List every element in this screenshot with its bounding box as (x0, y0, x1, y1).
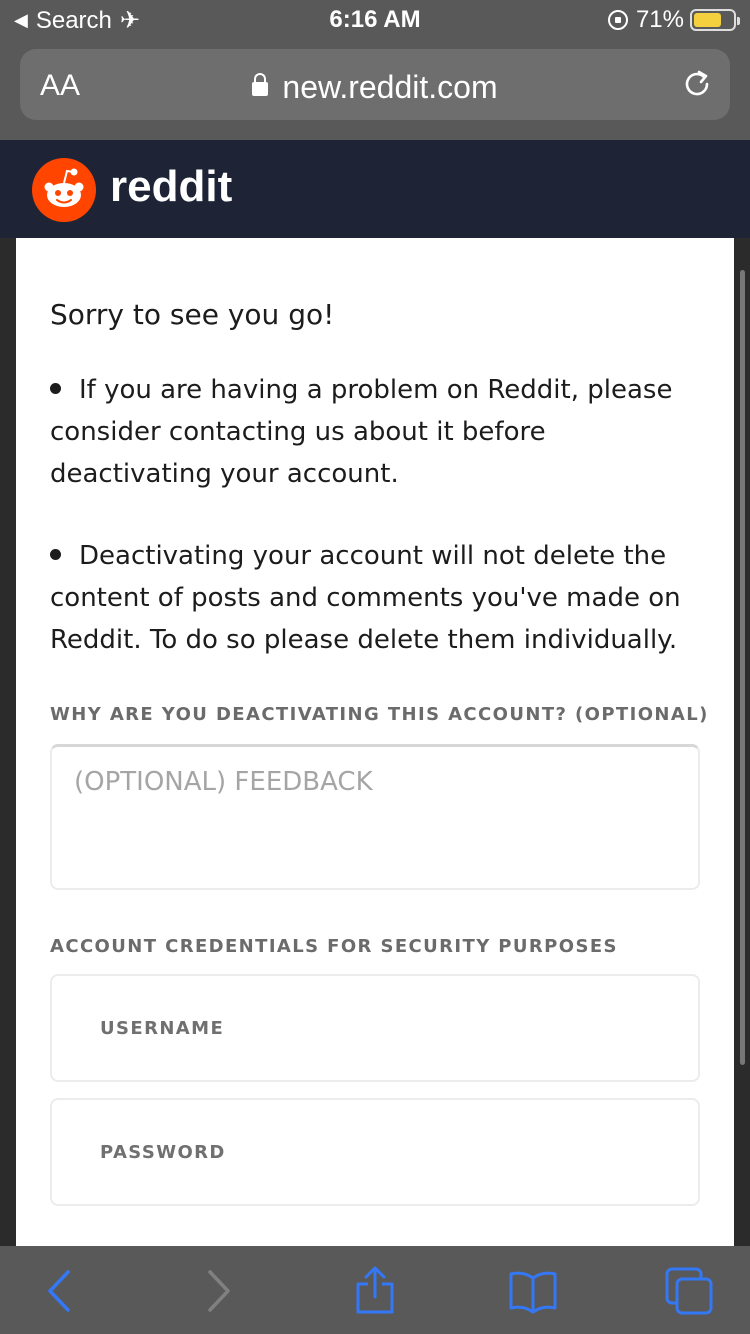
bullet-dot-icon (50, 549, 61, 560)
airplane-icon: ✈ (119, 7, 140, 34)
battery-percent: 71% (635, 6, 684, 33)
password-field-container (50, 1098, 700, 1206)
reddit-logo-icon[interactable] (32, 158, 96, 222)
address-bar[interactable]: AA new.reddit.com (20, 49, 730, 120)
info-bullet-text: Deactivating your account will not delet… (50, 541, 681, 655)
info-bullet: Deactivating your account will not delet… (50, 535, 700, 661)
password-field[interactable] (52, 1100, 698, 1204)
bullet-dot-icon (50, 383, 61, 394)
back-triangle-icon: ◀ (14, 10, 28, 30)
url-text: new.reddit.com (282, 69, 498, 105)
status-bar: ◀ Search ✈ 6:16 AM 71% (0, 0, 750, 40)
url-display[interactable]: new.reddit.com (20, 69, 730, 106)
credentials-section-label: ACCOUNT CREDENTIALS FOR SECURITY PURPOSE… (50, 936, 618, 957)
lock-icon (252, 73, 269, 96)
reload-icon[interactable] (680, 67, 714, 101)
chevron-right-icon[interactable] (192, 1266, 242, 1316)
username-field[interactable] (52, 976, 698, 1080)
feedback-section-label: WHY ARE YOU DEACTIVATING THIS ACCOUNT? (… (50, 704, 709, 725)
back-to-search-label: Search (35, 6, 112, 34)
back-to-search[interactable]: ◀ Search ✈ (14, 6, 140, 35)
chevron-left-icon[interactable] (36, 1266, 86, 1316)
browser-toolbar (0, 1246, 750, 1334)
deactivate-form-card: Sorry to see you go! If you are having a… (16, 238, 734, 1246)
left-gutter (0, 238, 16, 1246)
battery-icon (690, 9, 740, 31)
page-scrollbar[interactable] (740, 270, 745, 1065)
feedback-textarea[interactable] (50, 744, 700, 890)
username-field-container (50, 974, 700, 1082)
reddit-header: reddit (0, 140, 750, 238)
battery-level (694, 13, 721, 27)
tabs-icon[interactable] (664, 1266, 714, 1316)
info-bullet-text: If you are having a problem on Reddit, p… (50, 375, 673, 489)
status-indicators: 71% (607, 6, 740, 34)
page-title: Sorry to see you go! (50, 298, 335, 331)
share-icon[interactable] (350, 1266, 400, 1316)
rotation-lock-icon (607, 10, 628, 30)
browser-address-area: AA new.reddit.com (0, 40, 750, 140)
info-bullet: If you are having a problem on Reddit, p… (50, 369, 700, 495)
reddit-wordmark[interactable]: reddit (110, 162, 232, 212)
book-icon[interactable] (508, 1266, 558, 1316)
